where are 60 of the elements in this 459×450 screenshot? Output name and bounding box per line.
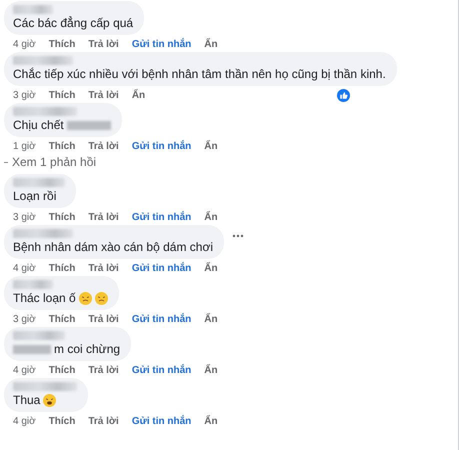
comment-action-link[interactable]: Thích [48,364,76,376]
comment-action-link[interactable]: Trả lời [88,90,119,100]
comment-action-link[interactable]: Trả lời [88,38,119,50]
comment-time: 4 giờ [13,38,36,50]
comment-action-link[interactable]: Gửi tin nhắn [132,416,192,426]
comment-action-link[interactable]: Thích [48,262,76,274]
comment-action-link[interactable]: Ẩn [132,90,146,100]
redacted-name [13,107,77,116]
comment-time: 4 giờ [13,416,36,426]
comment-action-link[interactable]: Trả lời [88,140,119,152]
redacted-name [13,382,77,391]
more-options-icon[interactable] [232,234,244,238]
comment-time: 1 giờ [13,140,36,152]
emoji-icon [94,292,108,305]
comment-action-link[interactable]: Ẩn [204,140,218,152]
comment-time: 3 giờ [13,90,36,100]
redacted-name [13,280,53,289]
redacted-name [13,56,73,65]
comment-time: 3 giờ [13,212,36,222]
comment-action-link[interactable]: Thích [48,90,76,100]
comment-action-link[interactable]: Ẩn [204,416,218,426]
comment-text: Thua [13,393,40,408]
comment-action-link[interactable]: Ẩn [204,364,218,376]
comment-action-link[interactable]: Gửi tin nhắn [132,314,192,324]
comment-action-link[interactable]: Ẩn [204,262,218,274]
comment-action-link[interactable]: Ẩn [204,314,218,324]
comment-text: Chắc tiếp xúc nhiều với bệnh nhân tâm thần nên họ cũng bị thần kinh. [13,67,386,82]
comment-action-link[interactable]: Ẩn [204,38,218,50]
comment-text: Thác loạn ố [13,291,76,306]
comment-time: 3 giờ [13,314,36,324]
comment-action-link[interactable]: Trả lời [88,314,119,324]
emoji-icon [78,292,92,305]
comment-text: Các bác đẳng cấp quá [13,16,134,31]
comment-action-link[interactable]: Gửi tin nhắn [132,262,192,274]
comment-text: m coi chừng [54,342,120,357]
comment-action-link[interactable]: Trả lời [88,364,119,376]
comment-action-link[interactable]: Thích [48,38,76,50]
comment-action-link[interactable]: Trả lời [88,416,119,426]
comment-action-link[interactable]: Trả lời [88,212,119,222]
comment-action-link[interactable]: Trả lời [88,262,119,274]
comment-action-link[interactable]: Gửi tin nhắn [132,364,192,376]
redacted-name [13,331,65,340]
comment-action-link[interactable]: Gửi tin nhắn [132,212,192,222]
emoji-icon [43,394,56,407]
comment-text: Chịu chết [13,118,64,133]
comment-text: Loạn rồi [13,189,56,204]
comment-action-link[interactable]: Thích [48,140,76,152]
comment-action-link[interactable]: Ẩn [204,212,218,222]
comment-text: Bệnh nhân dám xào cán bộ dám chơi [13,240,213,255]
redacted-name [13,5,53,14]
comment-action-link[interactable]: Gửi tin nhắn [132,140,192,152]
redacted-name [13,229,73,238]
comment-time: 4 giờ [13,364,36,376]
comment-action-link[interactable]: Thích [48,314,76,324]
comment-action-link[interactable]: Thích [48,212,76,222]
comment-time: 4 giờ [13,262,36,274]
redacted-name [13,178,65,187]
view-replies-link[interactable]: Xem 1 phản hồi [12,155,96,169]
comment-action-link[interactable]: Thích [48,416,76,426]
comment-action-link[interactable]: Gửi tin nhắn [132,38,192,50]
